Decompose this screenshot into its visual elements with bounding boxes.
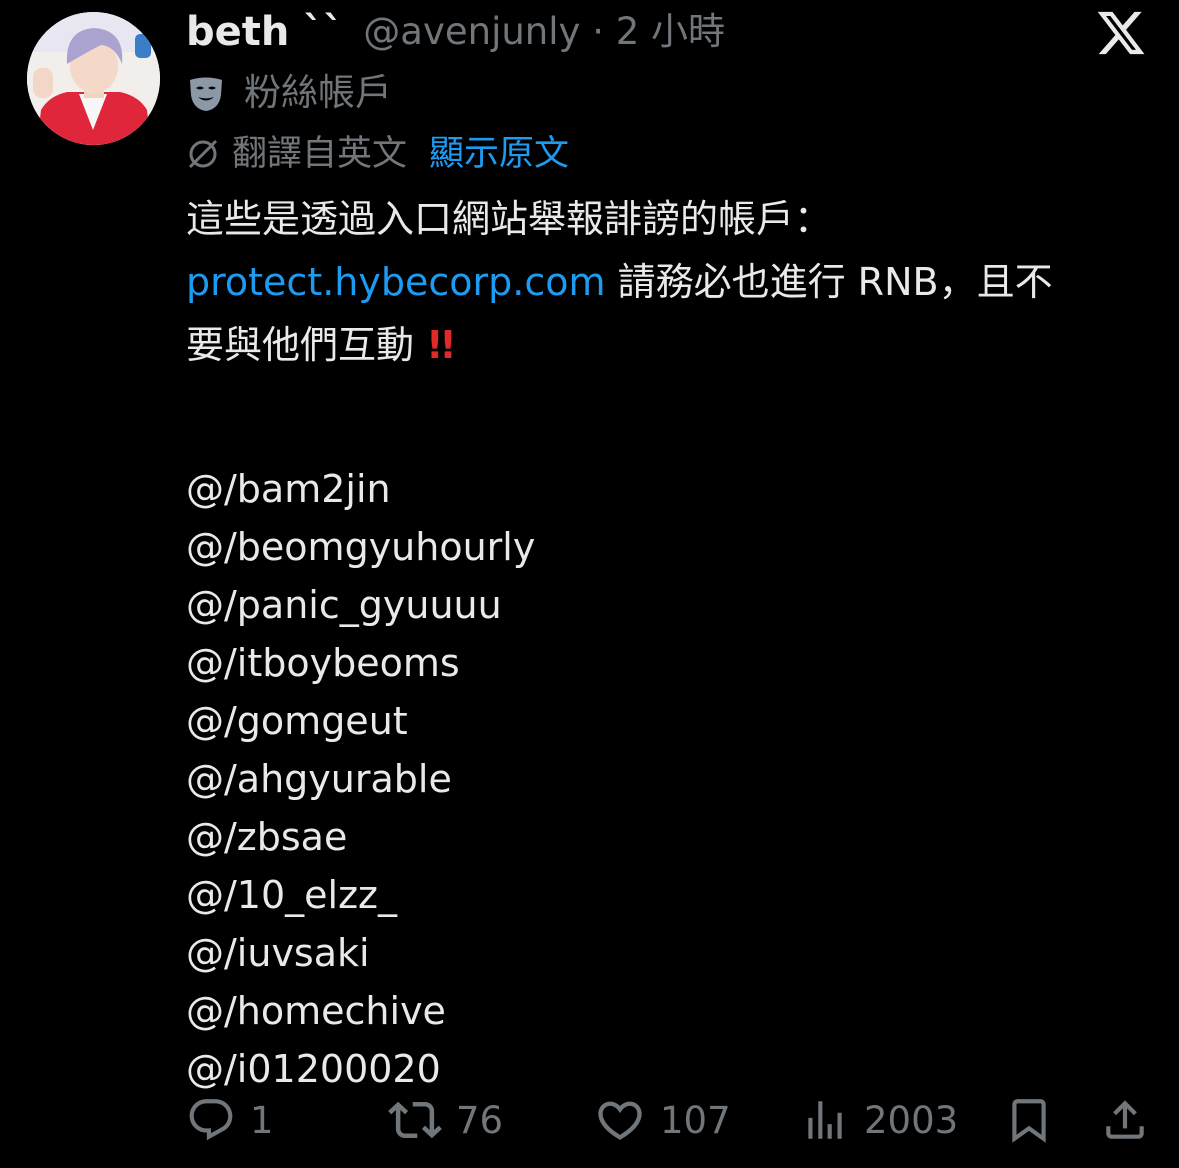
mention-item: @/beomgyuhourly (186, 525, 536, 569)
mention-item: @/zbsae (186, 815, 348, 859)
translated-from-label: 翻譯自英文 (232, 134, 408, 174)
like-count: 107 (660, 1098, 731, 1142)
tweet-text-segment: 要與他們互動 (186, 323, 427, 367)
translate-icon (188, 139, 218, 169)
tweet-text-line: 要與他們互動 !! (186, 314, 1156, 377)
mention-item: @/itboybeoms (186, 641, 460, 685)
reply-count: 1 (250, 1098, 274, 1142)
reply-button[interactable]: 1 (186, 1090, 274, 1150)
author-handle-and-time[interactable]: @avenjunly · 2 小時 (363, 4, 725, 60)
heart-icon (598, 1101, 642, 1140)
repost-button[interactable]: 76 (388, 1090, 503, 1150)
tweet-text-line: 這些是透過入口網站舉報誹謗的帳戶： (186, 197, 833, 241)
mask-icon (190, 77, 222, 111)
avatar-image (27, 12, 160, 145)
mention-item: @/ahgyurable (186, 757, 452, 801)
tweet-text-line: protect.hybecorp.com 請務必也進行 RNB，且不 (186, 251, 1156, 314)
x-logo-icon (1097, 11, 1145, 55)
reply-icon (189, 1099, 233, 1141)
translation-bar: 翻譯自英文 顯示原文 (186, 128, 569, 180)
tweet-action-bar: 1 76 107 2003 (0, 1090, 1179, 1150)
mention-item: @/panic_gyuuuu (186, 583, 502, 627)
view-count: 2003 (864, 1098, 959, 1142)
like-button[interactable]: 107 (594, 1090, 731, 1150)
mention-item: @/iuvsaki (186, 931, 370, 975)
mention-item: @/bam2jin (186, 467, 391, 511)
mention-list: @/bam2jin @/beomgyuhourly @/panic_gyuuuu… (186, 460, 1156, 1098)
tweet-link[interactable]: protect.hybecorp.com (186, 260, 606, 304)
share-icon (1106, 1100, 1144, 1139)
mention-item: @/gomgeut (186, 699, 408, 743)
repost-icon (388, 1101, 442, 1139)
account-label: 粉絲帳戶 (186, 66, 392, 120)
avatar[interactable] (27, 12, 160, 145)
tweet-header: beth `` @avenjunly · 2 小時 (186, 4, 725, 60)
mention-item: @/10_elzz_ (186, 873, 397, 917)
analytics-icon (808, 1101, 842, 1139)
bookmark-icon (1012, 1099, 1046, 1143)
show-original-link[interactable]: 顯示原文 (429, 128, 569, 180)
views-button[interactable]: 2003 (800, 1090, 958, 1150)
account-label-text: 粉絲帳戶 (244, 71, 392, 114)
bookmark-button[interactable] (1004, 1090, 1054, 1150)
repost-count: 76 (456, 1098, 504, 1142)
share-button[interactable] (1100, 1090, 1150, 1150)
author-display-name[interactable]: beth `` (186, 4, 343, 60)
mention-item: @/homechive (186, 989, 446, 1033)
tweet-text-segment: 請務必也進行 RNB，且不 (605, 260, 1053, 304)
tweet-text: 這些是透過入口網站舉報誹謗的帳戶： protect.hybecorp.com 請… (186, 188, 1156, 1098)
double-exclamation-emoji: !! (426, 323, 457, 367)
